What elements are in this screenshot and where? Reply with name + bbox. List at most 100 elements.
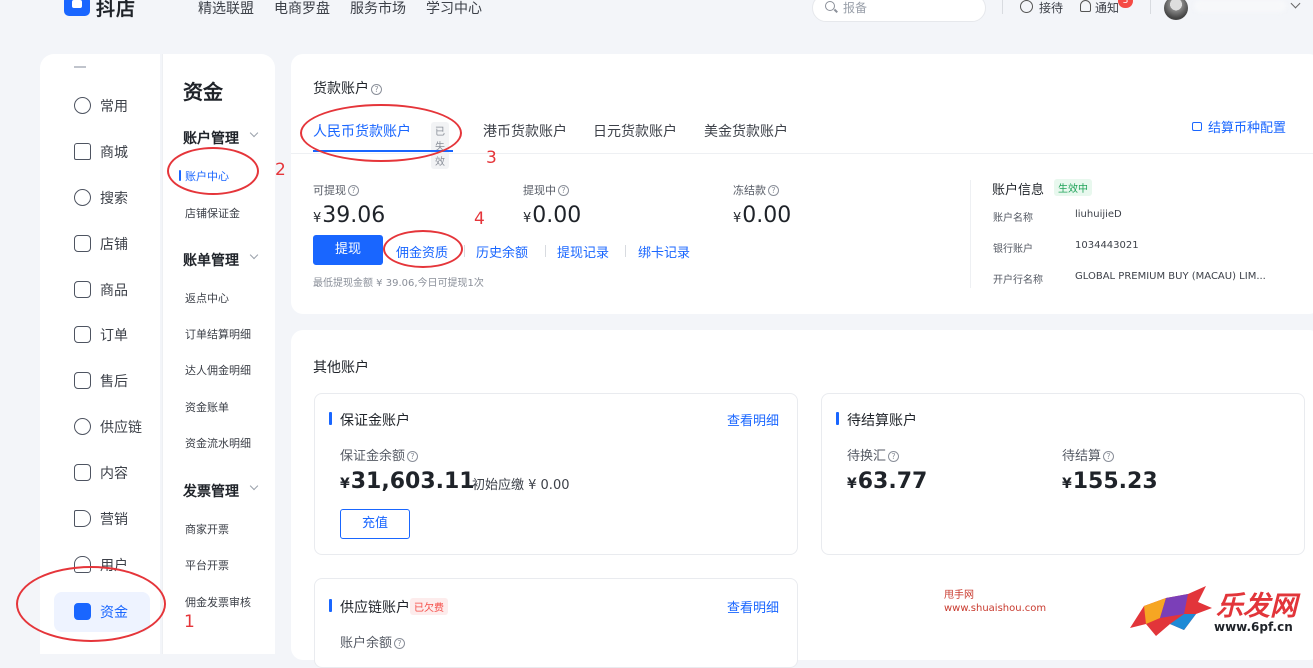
after-sale-icon [74, 372, 91, 389]
supply-chain-detail-link[interactable]: 查看明细 [727, 597, 779, 616]
withdrawable-label: 可提现? [313, 182, 359, 198]
submenu-item-platform-invoice[interactable]: 平台开票 [185, 557, 229, 573]
reception-link[interactable]: 接待 [1039, 0, 1063, 16]
tab-hkd-account[interactable]: 港币货款账户 [483, 121, 567, 141]
bind-card-records-link[interactable]: 绑卡记录 [638, 242, 690, 261]
section-marker [836, 412, 839, 425]
rail-item-order[interactable]: 订单 [54, 317, 150, 353]
rail-item-label: 营销 [100, 512, 128, 528]
rail-item-marketing[interactable]: 营销 [54, 501, 150, 537]
help-icon[interactable]: ? [768, 185, 779, 196]
reception-icon[interactable] [1020, 0, 1033, 13]
bank-name-label: 开户行名称 [993, 275, 1043, 286]
history-balance-link[interactable]: 历史余额 [476, 242, 528, 261]
rail-item-supply-chain[interactable]: 供应链 [54, 409, 150, 445]
currency-symbol: ¥ [523, 211, 532, 226]
rail-item-label: 商城 [100, 145, 128, 161]
submenu-item-order-settlement[interactable]: 订单结算明细 [185, 326, 251, 342]
recharge-button[interactable]: 充值 [340, 509, 410, 539]
douyin-shop-logo-icon[interactable] [64, 0, 90, 16]
bank-account-value: 1034443021 [1075, 240, 1139, 251]
help-icon[interactable]: ? [1103, 451, 1115, 462]
annotation-number-4: 4 [474, 209, 485, 229]
submenu-item-shop-deposit[interactable]: 店铺保证金 [185, 205, 240, 221]
submenu-group-bills[interactable]: 账单管理 [183, 250, 239, 270]
shop-icon [74, 235, 91, 252]
submenu-item-fund-bill[interactable]: 资金账单 [185, 399, 229, 415]
frozen-label-text: 冻结款 [733, 184, 766, 197]
bell-icon[interactable] [1080, 0, 1091, 12]
help-icon[interactable]: ? [371, 84, 382, 95]
pending-settlement-title: 待结算账户 [847, 413, 917, 429]
withdraw-hint: 最低提现金额 ¥ 39.06,今日可提现1次 [313, 278, 484, 289]
submenu-item-influencer-commission[interactable]: 达人佣金明细 [185, 362, 251, 378]
username-blurred [1194, 0, 1286, 12]
tab-usd-account[interactable]: 美金货款账户 [704, 121, 788, 141]
divider [970, 180, 971, 288]
nav-link-learning-center[interactable]: 学习中心 [426, 0, 482, 18]
nav-link-service-market[interactable]: 服务市场 [350, 0, 406, 18]
withdrawing-value: 0.00 [532, 203, 582, 228]
withdrawable-label-text: 可提现 [313, 184, 346, 197]
avatar[interactable] [1164, 0, 1188, 20]
frozen-value: 0.00 [742, 203, 792, 228]
deposit-detail-link[interactable]: 查看明细 [727, 410, 779, 429]
rail-item-label: 店铺 [100, 237, 128, 253]
section-marker [329, 599, 332, 612]
overdue-badge: 已欠费 [410, 598, 448, 615]
rail-item-common[interactable]: 常用 [54, 88, 150, 124]
chevron-down-icon[interactable] [1290, 0, 1301, 9]
notification-link[interactable]: 通知 [1095, 0, 1119, 16]
submenu-item-merchant-invoice[interactable]: 商家开票 [185, 521, 229, 537]
nav-link-compass[interactable]: 电商罗盘 [274, 0, 330, 18]
annotation-ellipse-1 [16, 566, 166, 642]
help-icon[interactable]: ? [348, 185, 359, 196]
divider [545, 245, 546, 257]
status-badge: 生效中 [1054, 179, 1092, 196]
chevron-down-icon[interactable] [249, 128, 259, 138]
search-icon [74, 189, 91, 206]
submenu-item-fund-flow[interactable]: 资金流水明细 [185, 435, 251, 451]
annotation-number-3: 3 [486, 148, 497, 168]
rail-item-product[interactable]: 商品 [54, 272, 150, 308]
chevron-down-icon[interactable] [249, 481, 259, 491]
withdraw-records-link[interactable]: 提现记录 [557, 242, 609, 261]
rail-item-search[interactable]: 搜索 [54, 180, 150, 216]
currency-config-icon[interactable] [1192, 122, 1202, 131]
help-icon[interactable]: ? [888, 451, 900, 462]
annotation-ellipse-3 [300, 104, 462, 162]
account-name-label: 账户名称 [993, 213, 1033, 224]
section-marker [329, 412, 332, 425]
help-icon[interactable]: ? [407, 451, 419, 462]
rail-item-shop[interactable]: 店铺 [54, 226, 150, 262]
withdrawable-value: 39.06 [322, 203, 386, 228]
rail-item-label: 内容 [100, 466, 128, 482]
rail-item-content[interactable]: 内容 [54, 455, 150, 491]
home-icon [74, 143, 91, 160]
deposit-balance-amount: ¥31,603.11 [340, 469, 475, 494]
rail-item-label: 订单 [100, 328, 128, 344]
chevron-down-icon[interactable] [249, 250, 259, 260]
payment-account-title-text: 货款账户 [313, 81, 369, 97]
rail-item-after-sale[interactable]: 售后 [54, 363, 150, 399]
search-placeholder: 报备 [843, 1, 868, 15]
megaphone-icon [74, 510, 91, 527]
submenu-item-rebate-center[interactable]: 返点中心 [185, 290, 229, 306]
annotation-number-1: 1 [184, 612, 195, 632]
brand-name[interactable]: 抖店 [96, 0, 136, 21]
currency-config-link[interactable]: 结算币种配置 [1208, 117, 1286, 136]
rail-item-label: 商品 [100, 283, 128, 299]
submenu-group-invoices[interactable]: 发票管理 [183, 481, 239, 501]
tab-jpy-account[interactable]: 日元货款账户 [593, 121, 677, 141]
help-icon[interactable]: ? [394, 638, 406, 649]
withdraw-button[interactable]: 提现 [313, 235, 383, 265]
supply-chain-account-card [314, 578, 798, 668]
search-input[interactable]: 报备 [812, 0, 986, 22]
rail-item-label: 常用 [100, 99, 128, 115]
help-icon[interactable]: ? [558, 185, 569, 196]
supply-chain-account-title: 供应链账户 [340, 600, 410, 616]
nav-link-alliance[interactable]: 精选联盟 [198, 0, 254, 18]
submenu-group-account[interactable]: 账户管理 [183, 128, 239, 148]
rail-item-mall[interactable]: 商城 [54, 134, 150, 170]
submenu-item-commission-invoice-review[interactable]: 佣金发票审核 [185, 594, 251, 610]
